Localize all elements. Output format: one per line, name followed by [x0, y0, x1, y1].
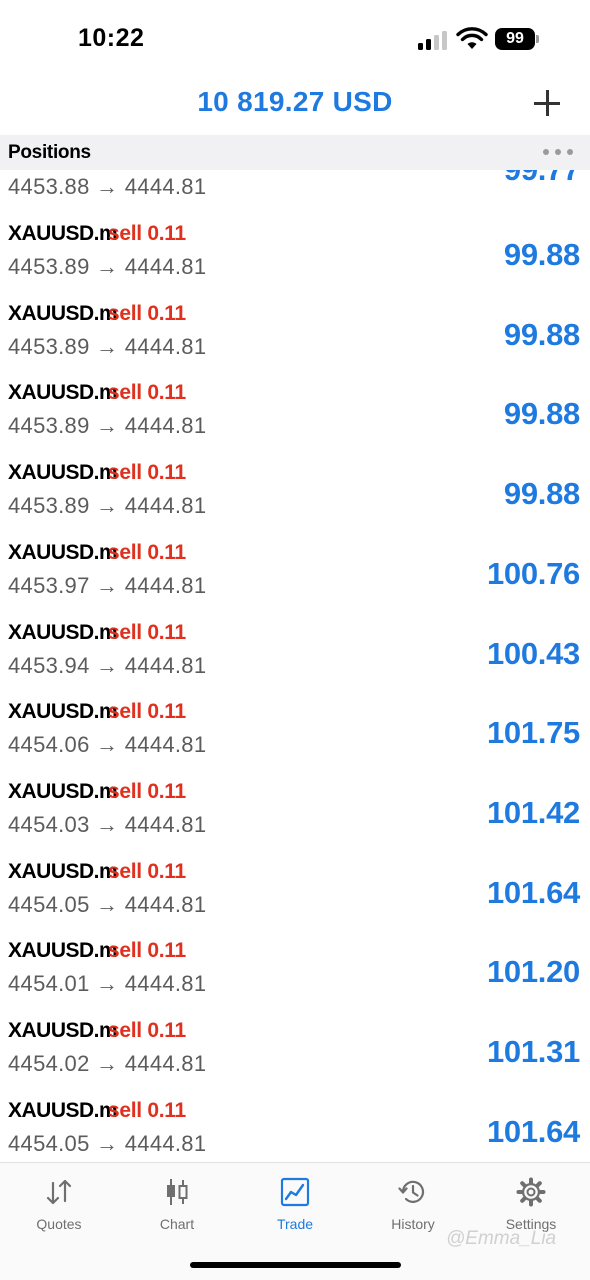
status-time: 10:22: [78, 24, 145, 52]
position-prices: 4454.01 → 4444.81: [8, 971, 207, 997]
cellular-signal-icon: [418, 30, 448, 50]
list-item[interactable]: XAUUSD.m sell 0.11 4454.01 → 4444.81 101.20: [0, 927, 590, 1007]
list-item[interactable]: XAUUSD.m sell 0.11 4453.89 → 4444.81 99.88: [0, 210, 590, 290]
tab-label: Quotes: [36, 1216, 82, 1232]
position-profit: 100.43: [486, 635, 580, 671]
position-prices: 4453.89 → 4444.81: [8, 413, 207, 439]
position-symbol: XAUUSD.m: [8, 779, 118, 803]
position-symbol: XAUUSD.m: [8, 1019, 118, 1042]
battery-icon: 99: [495, 28, 539, 50]
list-item[interactable]: XAUUSD.m sell 0.11 4453.89 → 4444.81 99.88: [0, 449, 590, 529]
position-side: sell 0.11: [108, 461, 186, 485]
position-symbol: XAUUSD.m: [8, 222, 118, 245]
list-item[interactable]: XAUUSD.m sell 0.11 4454.03 → 4444.81 101.42: [0, 768, 590, 848]
more-options-icon[interactable]: [543, 149, 575, 157]
position-side: sell 0.11: [108, 1019, 186, 1042]
list-item[interactable]: XAUUSD.m sell 0.11 4454.05 → 4444.81 101.64: [0, 848, 590, 928]
list-item[interactable]: XAUUSD.m sell 0.11 4454.06 → 4444.81 101.75: [0, 688, 590, 768]
section-title: Positions: [8, 142, 91, 163]
list-item[interactable]: XAUUSD.m sell 0.11 4454.02 → 4444.81 101.31: [0, 1007, 590, 1087]
position-side: sell 0.11: [108, 1098, 186, 1122]
tab-trade[interactable]: Trade: [236, 1175, 354, 1235]
position-profit: 101.31: [486, 1034, 580, 1069]
chart-icon: [167, 1179, 188, 1205]
position-prices: 4453.89 → 4444.81: [8, 493, 207, 519]
history-icon: [398, 1180, 425, 1203]
position-symbol: XAUUSD.m: [8, 700, 118, 724]
position-symbol: XAUUSD.m: [8, 301, 118, 325]
tab-history[interactable]: History: [354, 1175, 472, 1235]
position-symbol: XAUUSD.m: [8, 461, 118, 485]
status-bar: 10:22 99: [0, 0, 590, 80]
position-prices: 4454.06 → 4444.81: [8, 732, 207, 758]
battery-level: 99: [495, 28, 535, 50]
list-item[interactable]: XAUUSD.m sell 0.11 4453.89 → 4444.81 99.88: [0, 290, 590, 370]
position-profit: 101.20: [486, 954, 580, 990]
list-item[interactable]: XAUUSD.m sell 0.11 4453.94 → 4444.81 100.43: [0, 609, 590, 689]
wifi-icon: [456, 27, 488, 49]
home-indicator[interactable]: [190, 1262, 401, 1268]
add-order-button[interactable]: [532, 88, 562, 118]
positions-list[interactable]: 4453.88 → 4444.81 99.77 XAUUSD.msell 0.1…: [0, 170, 590, 1162]
tab-settings[interactable]: Settings: [472, 1175, 590, 1235]
position-profit: 101.75: [486, 715, 580, 751]
position-prices: 4454.05 → 4444.81: [8, 891, 207, 917]
position-profit: 101.64: [486, 874, 580, 910]
position-symbol: XAUUSD.m: [8, 1098, 118, 1122]
position-symbol: XAUUSD.m: [8, 939, 118, 963]
trade-icon: [280, 1177, 310, 1207]
position-profit: 99.88: [503, 476, 580, 512]
position-profit: 99.88: [503, 396, 580, 432]
position-symbol: XAUUSD.m: [8, 381, 118, 405]
position-profit: 99.77: [504, 170, 580, 188]
position-side: sell 0.11: [108, 301, 186, 325]
position-side: sell 0.11: [108, 620, 186, 644]
position-prices: 4454.05 → 4444.81: [8, 1130, 207, 1156]
settings-icon: [516, 1177, 546, 1207]
position-prices: 4454.03 → 4444.81: [8, 811, 207, 837]
list-item[interactable]: XAUUSD.m sell 0.11 4454.05 → 4444.81 101.64: [0, 1087, 590, 1162]
position-side: sell 0.11: [108, 540, 186, 564]
position-side: sell 0.11: [108, 859, 186, 883]
list-item-partial[interactable]: 4453.88 → 4444.81 99.77: [0, 170, 590, 210]
position-prices: 4453.97 → 4444.81: [8, 572, 207, 598]
positions-section-header: Positions: [0, 135, 590, 170]
list-item[interactable]: XAUUSD.m sell 0.11 4453.97 → 4444.81 100.76: [0, 529, 590, 609]
tab-label: Chart: [159, 1216, 195, 1232]
position-profit: 99.88: [503, 316, 580, 352]
position-prices: 4453.89 → 4444.81: [8, 254, 207, 279]
account-balance[interactable]: 10 819.27 USD: [0, 86, 590, 118]
position-profit: 100.76: [486, 555, 580, 591]
position-side: sell 0.11: [108, 939, 186, 963]
position-prices: 4453.89 → 4444.81: [8, 333, 207, 359]
position-side: sell 0.11: [108, 779, 186, 803]
position-side: sell 0.11: [108, 700, 186, 724]
position-prices: 4453.88 → 4444.81: [8, 174, 207, 199]
position-side: sell 0.11: [108, 381, 186, 405]
position-prices: 4453.94 → 4444.81: [8, 652, 207, 678]
tab-label: Trade: [276, 1216, 314, 1232]
list-item[interactable]: XAUUSD.m sell 0.11 4453.89 → 4444.81 99.88: [0, 369, 590, 449]
watermark: @Emma_Lia: [446, 1228, 557, 1249]
position-profit: 101.42: [486, 794, 580, 830]
tab-quotes[interactable]: Quotes: [0, 1175, 118, 1235]
quotes-icon: [46, 1179, 72, 1205]
position-profit: 99.88: [503, 237, 580, 272]
position-prices: 4454.02 → 4444.81: [8, 1051, 207, 1076]
position-symbol: XAUUSD.m: [8, 540, 118, 564]
position-side: sell 0.11: [108, 222, 186, 245]
position-profit: 101.64: [486, 1113, 580, 1149]
tab-chart[interactable]: Chart: [118, 1175, 236, 1235]
position-symbol: XAUUSD.m: [8, 620, 118, 644]
position-symbol: XAUUSD.m: [8, 859, 118, 883]
